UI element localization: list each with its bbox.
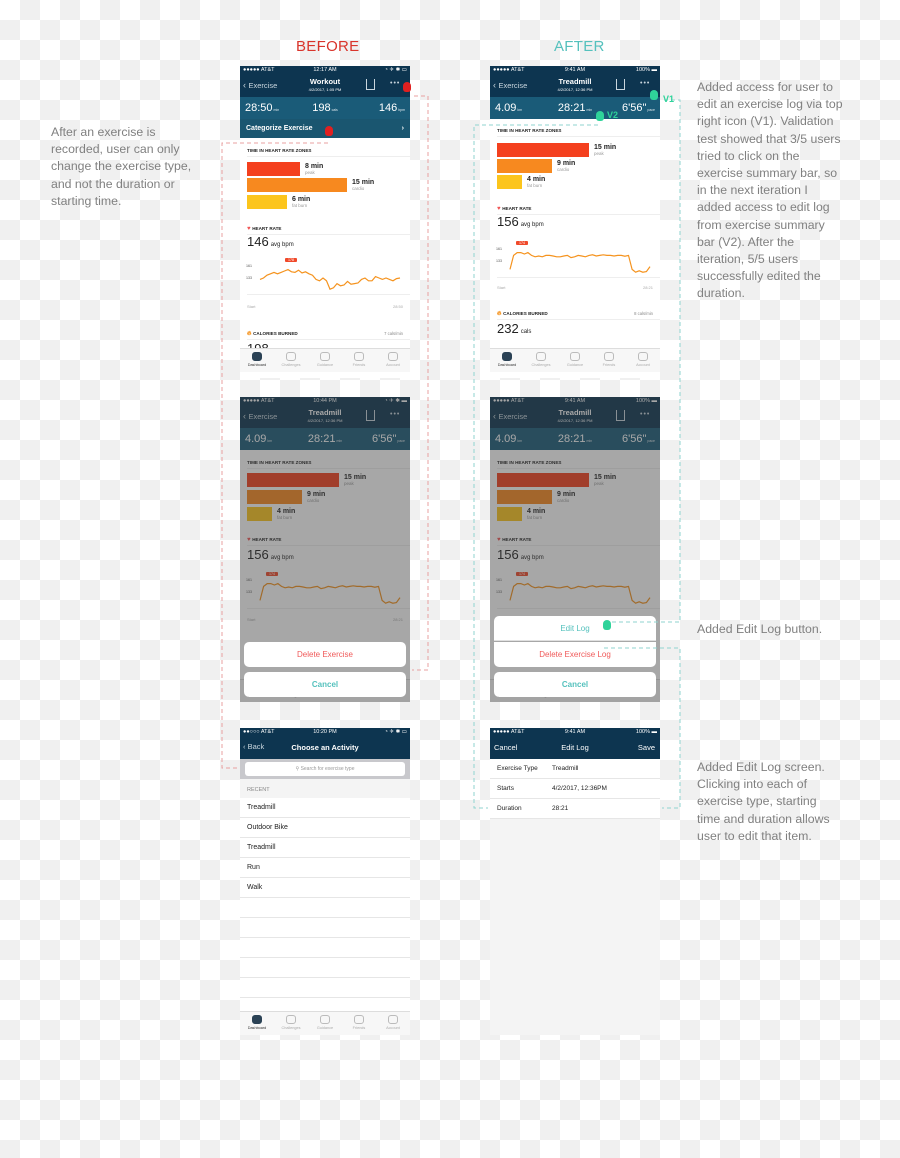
teal-connector-v2 [473,124,598,809]
teal-connector-v1 [604,99,681,623]
pointer-icon [596,111,604,121]
connector-lines [221,95,681,809]
teal-connector-edit [604,647,681,809]
v2-marker: V2 [607,110,619,120]
v1-marker: V1 [663,94,675,104]
pointer-icon [403,82,411,92]
pointer-icon [650,90,658,100]
red-connector-categorize [221,142,328,769]
red-connector-menu [412,95,429,671]
pointer-icon [325,126,333,136]
pointer-icon [603,620,611,630]
